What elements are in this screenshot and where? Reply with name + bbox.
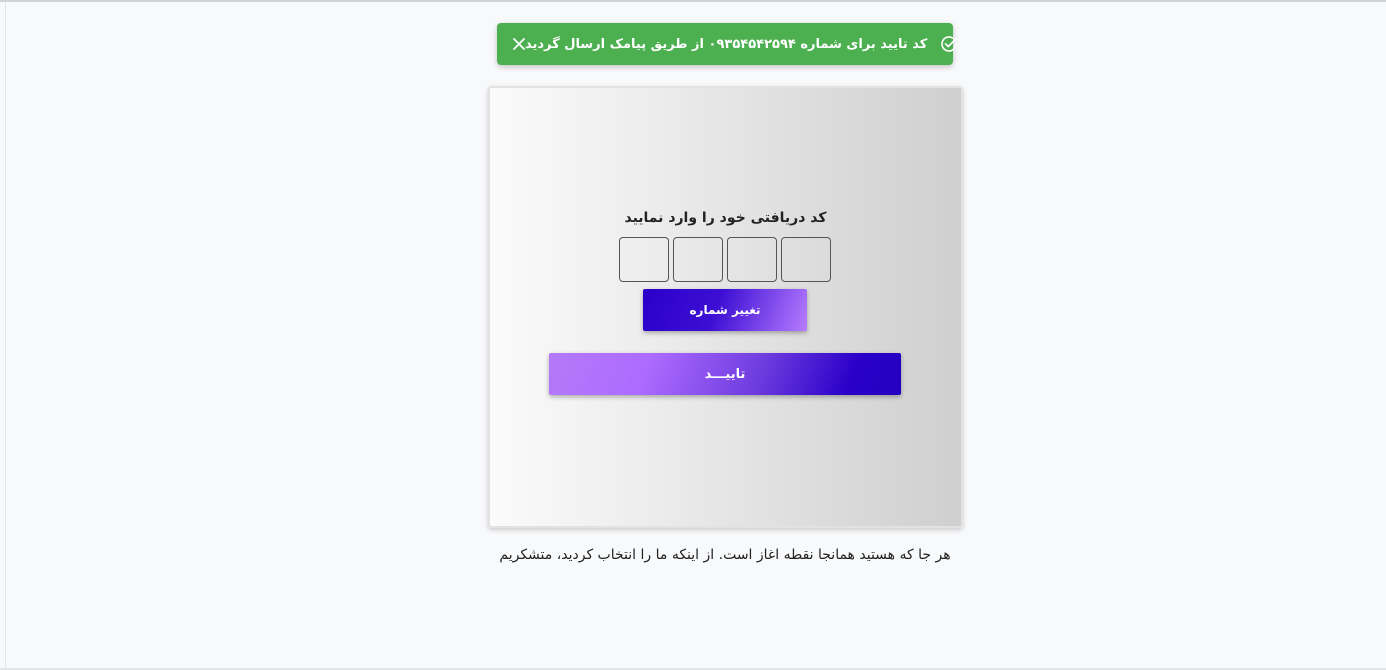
confirm-button[interactable]: تاییـــد	[549, 353, 901, 395]
success-toast: کد تایید برای شماره ۰۹۳۵۴۵۴۲۵۹۴ از طریق …	[497, 23, 958, 65]
code-digit-input-4[interactable]	[781, 237, 831, 282]
card-title: کد دریافتی خود را وارد نمایید	[624, 210, 827, 226]
close-icon[interactable]	[513, 36, 525, 52]
window-left-border	[5, 2, 6, 670]
code-digit-input-3[interactable]	[727, 237, 777, 282]
window-top-border	[0, 0, 1386, 2]
code-digit-input-1[interactable]	[619, 237, 669, 282]
toast-message: کد تایید برای شماره ۰۹۳۵۴۵۴۲۵۹۴ از طریق …	[525, 36, 928, 52]
code-digit-input-2[interactable]	[673, 237, 723, 282]
change-number-button[interactable]: تغییر شماره	[643, 289, 807, 331]
footer-message: هر جا که هستید همانجا نقطه اغاز است. از …	[499, 547, 951, 563]
check-circle-icon	[939, 34, 959, 54]
verification-card: کد دریافتی خود را وارد نمایید تغییر شمار…	[488, 86, 963, 528]
